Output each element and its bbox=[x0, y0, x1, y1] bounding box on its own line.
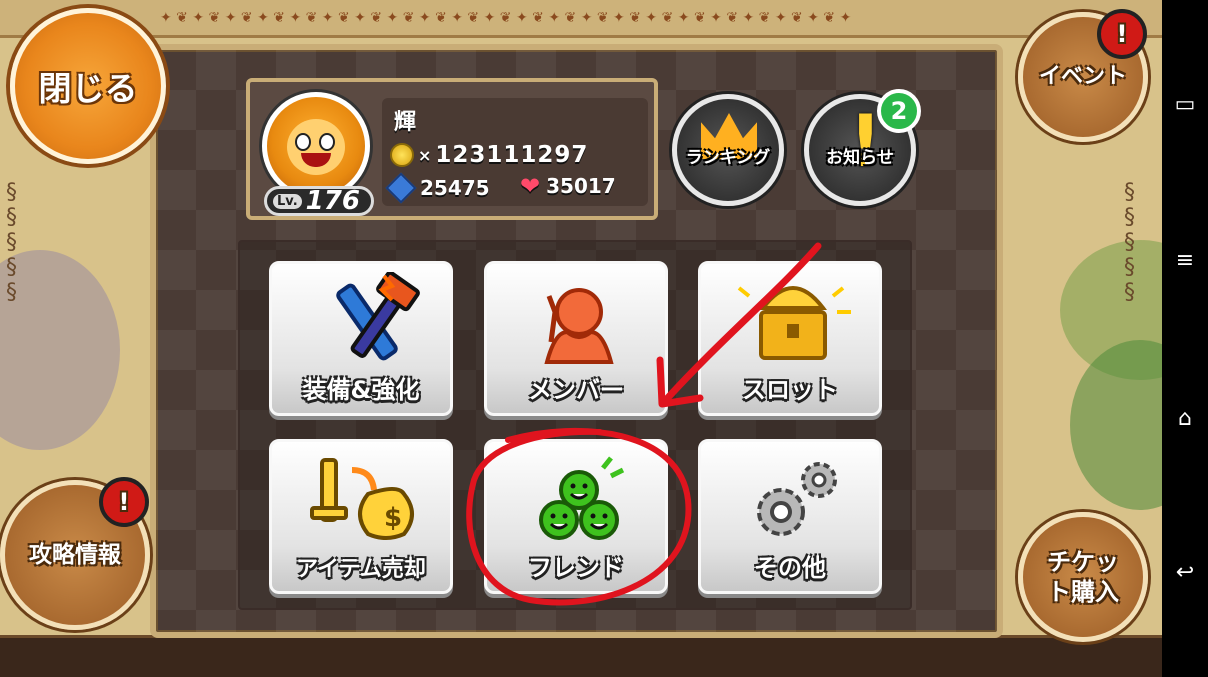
level-value: 176 bbox=[305, 186, 360, 216]
hearts-value: 35017 bbox=[546, 174, 616, 198]
coin-icon bbox=[390, 143, 414, 167]
home-icon[interactable]: ⌂ bbox=[1168, 402, 1202, 436]
level-badge: Lv. 176 bbox=[264, 186, 374, 216]
player-name: 輝 bbox=[394, 110, 417, 135]
equipment-upgrade-tile[interactable]: 装備&強化 bbox=[269, 261, 453, 416]
tiger-face-icon bbox=[287, 119, 345, 175]
strategy-info-label: 攻略情報 bbox=[29, 541, 121, 568]
friend-label: フレンド bbox=[528, 554, 624, 582]
ticket-purchase-label: チケット購入 bbox=[1047, 548, 1119, 606]
sword-hammer-icon bbox=[336, 272, 420, 361]
money-bag-icon: $ bbox=[310, 458, 414, 540]
gem-icon bbox=[385, 172, 417, 204]
member-tile[interactable]: メンバー bbox=[484, 261, 668, 416]
slot-label: スロット bbox=[742, 376, 838, 404]
vine-ornament-icon: § § § § § bbox=[1124, 180, 1135, 305]
alert-icon: ! bbox=[118, 488, 130, 516]
ranking-button[interactable]: ランキング bbox=[672, 94, 784, 206]
bottom-bar bbox=[0, 635, 1162, 677]
heart-icon: ❤ bbox=[520, 172, 541, 200]
strategy-alert-badge: ! bbox=[99, 477, 149, 527]
top-ornament-border: ✦ ❦ ✦ ❦ ✦ ❦ ✦ ❦ ✦ ❦ ✦ ❦ ✦ ❦ ✦ ❦ ✦ ❦ ✦ ❦ … bbox=[0, 0, 1162, 38]
ranking-button-label: ランキング bbox=[685, 148, 771, 168]
vine-ornament-icon: § § § § § bbox=[6, 180, 17, 305]
news-button[interactable]: ! お知らせ 2 bbox=[804, 89, 921, 206]
back-icon[interactable]: ↩ bbox=[1168, 556, 1202, 590]
player-stats: 輝 × 123111297 25475 ❤ 35017 bbox=[382, 98, 648, 206]
equipment-upgrade-label: 装備&強化 bbox=[302, 376, 420, 404]
slot-tile[interactable]: スロット bbox=[698, 261, 882, 416]
menu-icon[interactable]: ≡ bbox=[1168, 244, 1202, 278]
event-button-label: イベント bbox=[1038, 64, 1127, 90]
recent-apps-icon[interactable]: ▭ bbox=[1168, 88, 1202, 122]
friends-faces-icon bbox=[539, 456, 625, 540]
close-button[interactable]: 閉じる bbox=[10, 8, 166, 164]
event-button[interactable]: イベント ! bbox=[1018, 9, 1148, 142]
other-label: その他 bbox=[754, 554, 826, 582]
android-nav-bar: ▭ ≡ ⌂ ↩ bbox=[1162, 0, 1208, 677]
ornament-icon: ✦ ❦ ✦ ❦ ✦ ❦ ✦ ❦ ✦ ❦ ✦ ❦ ✦ ❦ ✦ ❦ ✦ ❦ ✦ ❦ … bbox=[160, 10, 852, 26]
svg-text:$: $ bbox=[384, 503, 402, 533]
news-button-label: お知らせ bbox=[826, 148, 894, 168]
tiger-avatar[interactable] bbox=[262, 92, 370, 200]
tiger-eye bbox=[319, 133, 335, 151]
other-tile[interactable]: その他 bbox=[698, 439, 882, 594]
item-sale-tile[interactable]: $ アイテム売却 bbox=[269, 439, 453, 594]
background-tree bbox=[1070, 340, 1162, 510]
alert-icon: ! bbox=[1116, 20, 1128, 48]
coins-row: × 123111297 bbox=[390, 142, 588, 168]
gems-row: 25475 bbox=[385, 172, 490, 204]
tiger-eye bbox=[295, 133, 311, 151]
item-sale-label: アイテム売却 bbox=[296, 557, 426, 582]
tiger-mouth bbox=[301, 153, 331, 167]
ticket-purchase-button[interactable]: チケット購入 bbox=[1018, 512, 1148, 642]
gears-icon bbox=[757, 462, 837, 536]
background-mountain bbox=[0, 250, 120, 450]
level-prefix: Lv. bbox=[273, 193, 302, 209]
strategy-info-button[interactable]: 攻略情報 ! bbox=[0, 477, 150, 630]
coins-value: 123111297 bbox=[435, 142, 589, 168]
friend-tile[interactable]: フレンド bbox=[484, 439, 668, 594]
gems-value: 25475 bbox=[420, 176, 490, 200]
treasure-chest-icon bbox=[737, 286, 851, 360]
member-silhouette-icon bbox=[544, 288, 614, 364]
coins-prefix: × bbox=[418, 145, 432, 165]
hearts-row: ❤ 35017 bbox=[520, 172, 616, 200]
news-count-badge: 2 bbox=[877, 89, 921, 133]
member-label: メンバー bbox=[528, 376, 624, 404]
event-alert-badge: ! bbox=[1097, 9, 1147, 59]
close-button-label: 閉じる bbox=[38, 69, 138, 108]
player-profile: Lv. 176 輝 × 123111297 25475 ❤ 35017 bbox=[246, 78, 658, 220]
